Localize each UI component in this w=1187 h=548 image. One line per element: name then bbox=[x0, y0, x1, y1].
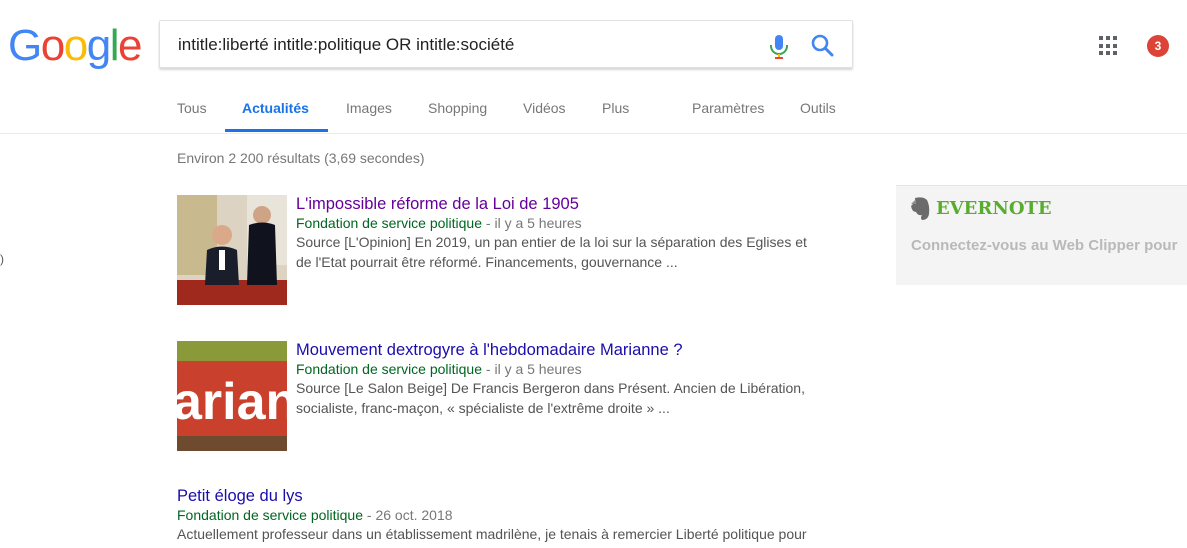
tab-outils[interactable]: Outils bbox=[800, 100, 836, 116]
logo-letter: e bbox=[117, 21, 142, 70]
snippet-line: de l'Etat pourrait être réformé. Finance… bbox=[296, 254, 678, 270]
logo-letter: l bbox=[109, 21, 120, 70]
active-tab-indicator bbox=[225, 129, 328, 132]
result-date: - 26 oct. 2018 bbox=[363, 507, 453, 523]
google-logo[interactable]: Google bbox=[8, 21, 142, 70]
snippet-line: Source [L'Opinion] En 2019, un pan entie… bbox=[296, 234, 807, 250]
search-icon[interactable] bbox=[810, 33, 836, 59]
snippet-line: Actuellement professeur dans un établiss… bbox=[177, 526, 807, 542]
evernote-brand: EVERNOTE bbox=[936, 198, 1052, 219]
snippet-line: socialiste, franc-maçon, « spécialiste d… bbox=[296, 400, 670, 416]
result-snippet: Source [Le Salon Beige] De Francis Berge… bbox=[296, 378, 856, 418]
result-thumbnail[interactable] bbox=[177, 195, 287, 305]
search-input[interactable] bbox=[176, 31, 740, 59]
evernote-message[interactable]: Connectez-vous au Web Clipper pour bbox=[911, 237, 1177, 254]
logo-letter: g bbox=[86, 21, 111, 70]
stray-glyph: ) bbox=[0, 252, 4, 266]
result-meta: Fondation de service politique - 26 oct.… bbox=[177, 507, 453, 523]
logo-letter: o bbox=[40, 21, 65, 70]
tab-parametres[interactable]: Paramètres bbox=[692, 100, 764, 116]
tab-videos[interactable]: Vidéos bbox=[523, 100, 566, 116]
tab-shopping[interactable]: Shopping bbox=[428, 100, 487, 116]
result-date: - il y a 5 heures bbox=[482, 215, 582, 231]
result-source[interactable]: Fondation de service politique bbox=[296, 361, 482, 377]
result-title-link[interactable]: L'impossible réforme de la Loi de 1905 bbox=[296, 195, 579, 214]
result-title-link[interactable]: Petit éloge du lys bbox=[177, 487, 303, 506]
search-box[interactable] bbox=[159, 20, 853, 68]
evernote-panel[interactable]: EVERNOTE Connectez-vous au Web Clipper p… bbox=[896, 185, 1187, 285]
apps-grid-icon[interactable] bbox=[1099, 36, 1119, 56]
logo-letter: o bbox=[63, 21, 88, 70]
result-stats: Environ 2 200 résultats (3,69 secondes) bbox=[177, 150, 425, 166]
tab-tous[interactable]: Tous bbox=[177, 100, 207, 116]
search-tabs: Tous Actualités Images Shopping Vidéos P… bbox=[0, 88, 1187, 134]
result-title-link[interactable]: Mouvement dextrogyre à l'hebdomadaire Ma… bbox=[296, 341, 683, 360]
result-meta: Fondation de service politique - il y a … bbox=[296, 215, 582, 231]
result-date: - il y a 5 heures bbox=[482, 361, 582, 377]
tab-images[interactable]: Images bbox=[346, 100, 392, 116]
tab-plus[interactable]: Plus bbox=[602, 100, 629, 116]
tab-actualites[interactable]: Actualités bbox=[242, 100, 309, 116]
snippet-line: Source [Le Salon Beige] De Francis Berge… bbox=[296, 380, 805, 396]
result-source[interactable]: Fondation de service politique bbox=[296, 215, 482, 231]
microphone-icon[interactable] bbox=[766, 33, 792, 61]
result-meta: Fondation de service politique - il y a … bbox=[296, 361, 582, 377]
result-thumbnail[interactable]: arian bbox=[177, 341, 287, 451]
result-snippet: Source [L'Opinion] En 2019, un pan entie… bbox=[296, 232, 856, 272]
result-source[interactable]: Fondation de service politique bbox=[177, 507, 363, 523]
logo-letter: G bbox=[8, 21, 42, 70]
notification-badge[interactable]: 3 bbox=[1147, 35, 1169, 57]
thumbnail-text: arian bbox=[177, 373, 287, 431]
evernote-elephant-icon bbox=[911, 197, 930, 220]
result-snippet: Actuellement professeur dans un établiss… bbox=[177, 524, 837, 544]
